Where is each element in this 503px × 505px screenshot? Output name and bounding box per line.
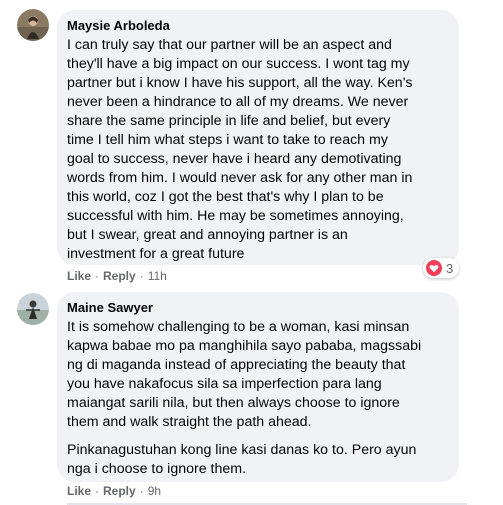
- separator: ·: [95, 484, 100, 498]
- reaction-count: 3: [446, 260, 454, 276]
- comment-bubble: Maine Sawyer It is somehow challenging t…: [57, 292, 459, 482]
- profile-photo-icon: [17, 293, 49, 325]
- separator: ·: [139, 269, 144, 283]
- separator: ·: [95, 269, 100, 283]
- comment-text: It is somehow challenging to be a woman,…: [67, 319, 422, 430]
- like-button[interactable]: Like: [67, 268, 91, 284]
- separator: ·: [139, 484, 144, 498]
- comment-author[interactable]: Maysie Arboleda: [67, 18, 449, 34]
- comment-author[interactable]: Maine Sawyer: [67, 300, 449, 316]
- comment-timestamp[interactable]: 11h: [148, 268, 167, 284]
- avatar[interactable]: [17, 9, 49, 41]
- reaction-badge[interactable]: 3: [423, 258, 460, 278]
- comment-bubble: Maysie Arboleda I can truly say that our…: [57, 10, 459, 265]
- avatar[interactable]: [17, 293, 49, 325]
- profile-photo-icon: [17, 9, 49, 41]
- comments-section: Maysie Arboleda I can truly say that our…: [0, 0, 503, 505]
- heart-icon: [426, 260, 442, 276]
- reply-button[interactable]: Reply: [103, 268, 136, 284]
- comment-timestamp[interactable]: 9h: [148, 483, 161, 499]
- reply-button[interactable]: Reply: [103, 483, 136, 499]
- like-button[interactable]: Like: [67, 483, 91, 499]
- comment-actions: Like · Reply · 11h: [67, 268, 167, 284]
- comment-text: Pinkanagustuhan kong line kasi danas ko …: [67, 442, 417, 477]
- comment-actions: Like · Reply · 9h: [67, 483, 161, 499]
- comment-text: I can truly say that our partner will be…: [67, 37, 413, 262]
